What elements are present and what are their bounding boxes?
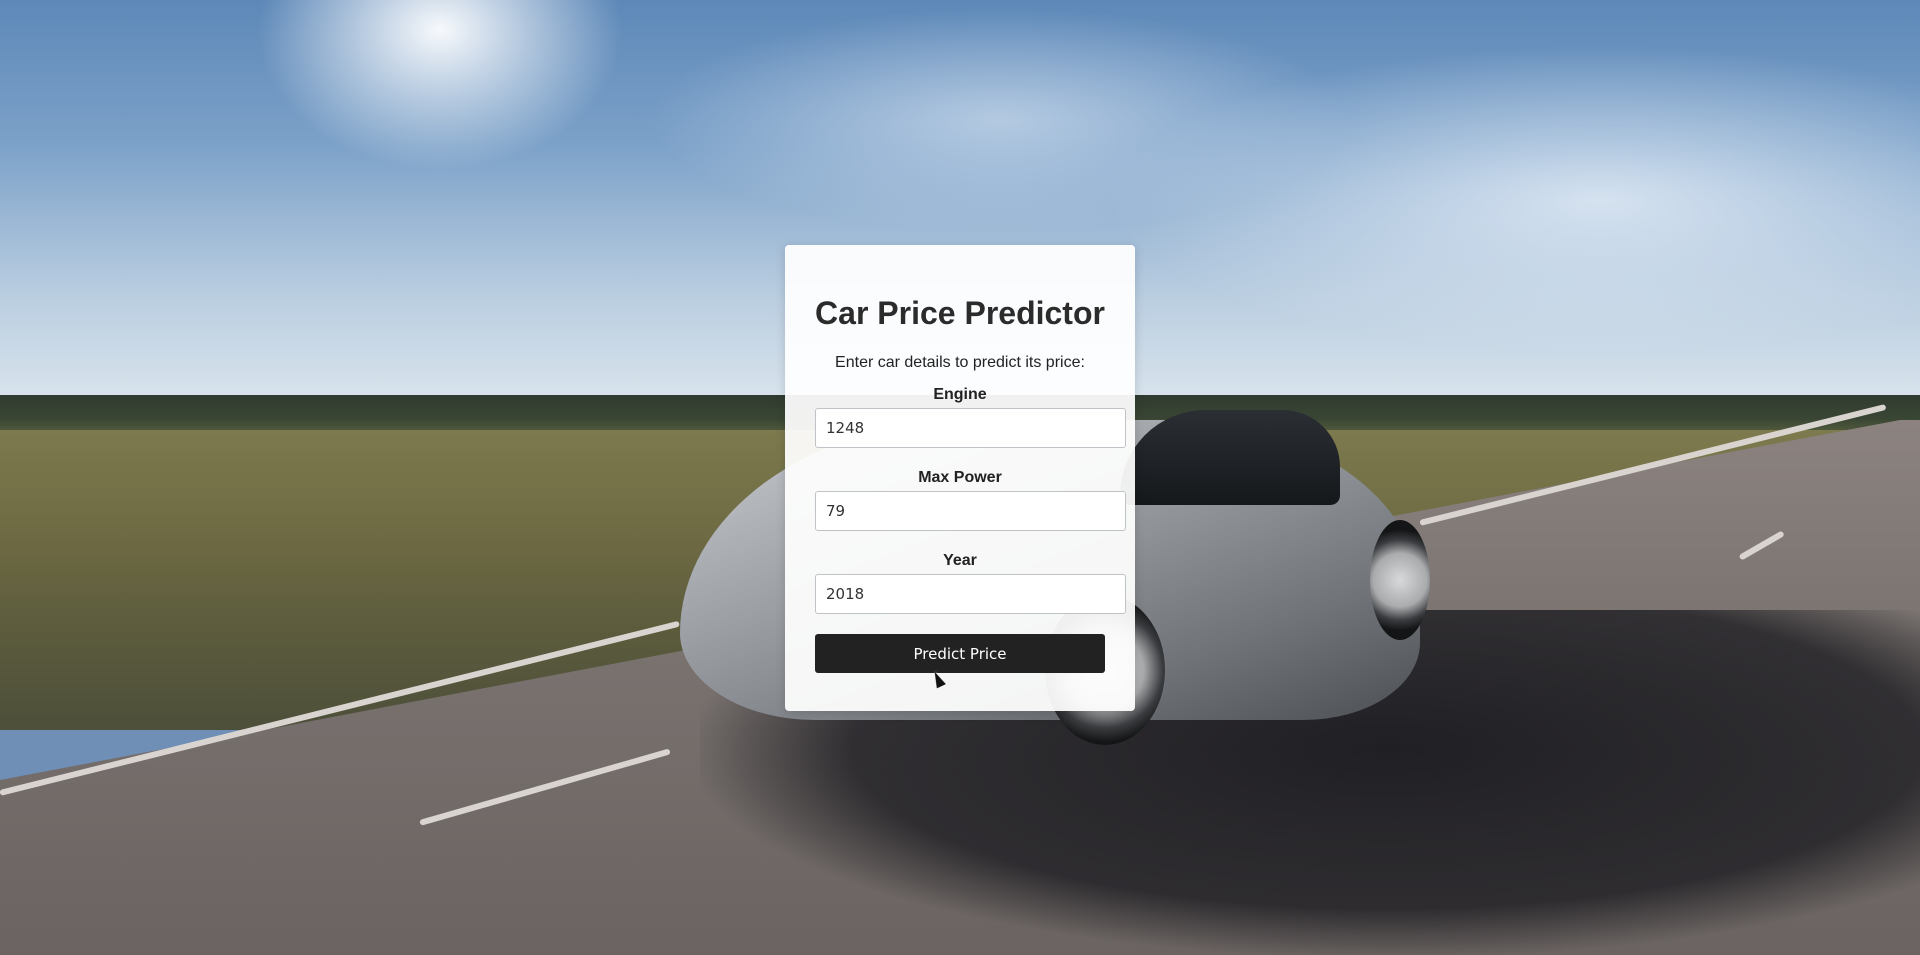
- page-title: Car Price Predictor: [815, 295, 1105, 331]
- predict-price-button[interactable]: Predict Price: [815, 634, 1105, 673]
- prediction-form-card: Car Price Predictor Enter car details to…: [785, 245, 1135, 711]
- max-power-input[interactable]: [815, 491, 1126, 531]
- engine-field-group: Engine: [785, 386, 1135, 448]
- year-input[interactable]: [815, 574, 1126, 614]
- car-wheel: [1370, 520, 1430, 640]
- max-power-label: Max Power: [918, 469, 1002, 486]
- year-label: Year: [943, 552, 977, 569]
- year-field-group: Year: [785, 552, 1135, 614]
- max-power-field-group: Max Power: [785, 469, 1135, 531]
- engine-input[interactable]: [815, 408, 1126, 448]
- page-background: Car Price Predictor Enter car details to…: [0, 0, 1920, 955]
- engine-label: Engine: [933, 386, 987, 403]
- form-instructions: Enter car details to predict its price:: [835, 354, 1085, 371]
